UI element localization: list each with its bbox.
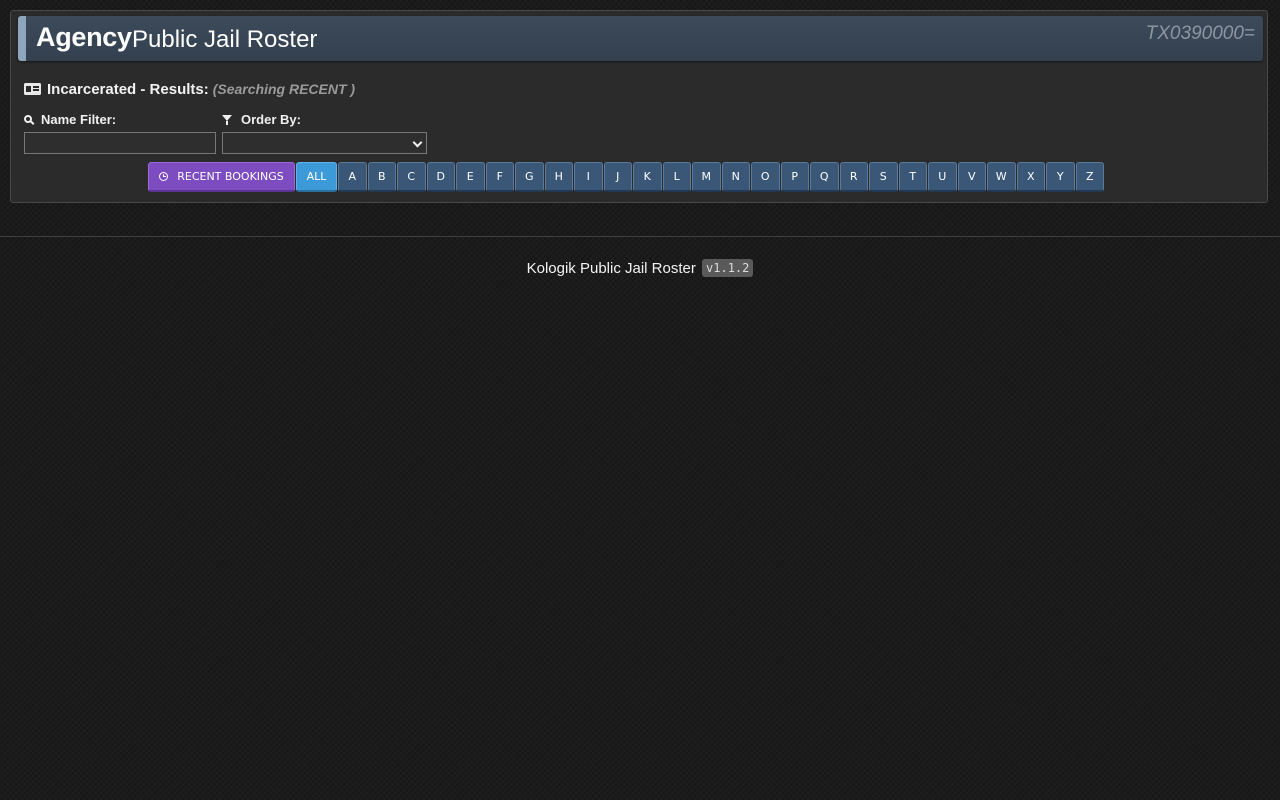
results-label: Incarcerated - Results:	[47, 80, 209, 98]
letter-button-g[interactable]: G	[515, 162, 544, 192]
filter-icon	[222, 114, 232, 125]
letter-button-w[interactable]: W	[987, 162, 1016, 192]
order-by-select[interactable]	[222, 132, 427, 154]
letter-button-d[interactable]: D	[426, 162, 455, 192]
letter-button-v[interactable]: V	[957, 162, 986, 192]
name-filter-input[interactable]	[24, 132, 216, 154]
letter-button-x[interactable]: X	[1016, 162, 1045, 192]
letter-button-n[interactable]: N	[721, 162, 750, 192]
letter-button-h[interactable]: H	[544, 162, 573, 192]
order-by-label-text: Order By:	[241, 112, 301, 127]
recent-bookings-button[interactable]: RECENT BOOKINGS	[148, 162, 295, 192]
letter-button-a[interactable]: A	[338, 162, 367, 192]
agency-name: Agency	[36, 22, 132, 52]
letter-button-l[interactable]: L	[662, 162, 691, 192]
footer-text: Kologik Public Jail Roster	[526, 260, 696, 277]
chevron-down-icon	[412, 137, 423, 148]
results-line: Incarcerated - Results: (Searching RECEN…	[24, 79, 355, 99]
page-title: Public Jail Roster	[132, 26, 318, 53]
version-badge: v1.1.2	[702, 259, 754, 277]
order-by-label: Order By:	[222, 112, 301, 127]
letter-button-j[interactable]: J	[603, 162, 632, 192]
letter-button-z[interactable]: Z	[1075, 162, 1104, 192]
letter-button-e[interactable]: E	[456, 162, 485, 192]
letter-button-u[interactable]: U	[928, 162, 957, 192]
clock-icon	[159, 172, 169, 181]
id-card-icon	[24, 83, 41, 95]
agency-code: TX0390000=	[1145, 23, 1255, 44]
letter-button-f[interactable]: F	[485, 162, 514, 192]
letter-button-i[interactable]: I	[574, 162, 603, 192]
search-status: (Searching RECENT )	[212, 81, 356, 97]
letter-button-t[interactable]: T	[898, 162, 927, 192]
letter-button-y[interactable]: Y	[1046, 162, 1075, 192]
roster-panel: Agency Public Jail Roster TX0390000= Inc…	[10, 10, 1268, 203]
footer: Kologik Public Jail Roster v1.1.2	[0, 259, 1280, 277]
all-button[interactable]: ALL	[296, 162, 337, 192]
letter-button-q[interactable]: Q	[810, 162, 839, 192]
letter-button-row: RECENT BOOKINGS ALL ABCDEFGHIJKLMNOPQRST…	[148, 162, 1105, 194]
letter-button-s[interactable]: S	[869, 162, 898, 192]
divider	[0, 236, 1280, 237]
recent-bookings-label: RECENT BOOKINGS	[177, 170, 284, 183]
letter-button-k[interactable]: K	[633, 162, 662, 192]
header-bar: Agency Public Jail Roster TX0390000=	[18, 16, 1263, 61]
letter-button-o[interactable]: O	[751, 162, 780, 192]
letter-button-m[interactable]: M	[692, 162, 721, 192]
letter-button-b[interactable]: B	[367, 162, 396, 192]
search-icon	[24, 114, 32, 123]
name-filter-label-text: Name Filter:	[41, 112, 117, 127]
name-filter-label: Name Filter:	[24, 112, 116, 127]
letter-button-r[interactable]: R	[839, 162, 868, 192]
letter-button-c[interactable]: C	[397, 162, 426, 192]
letter-button-p[interactable]: P	[780, 162, 809, 192]
